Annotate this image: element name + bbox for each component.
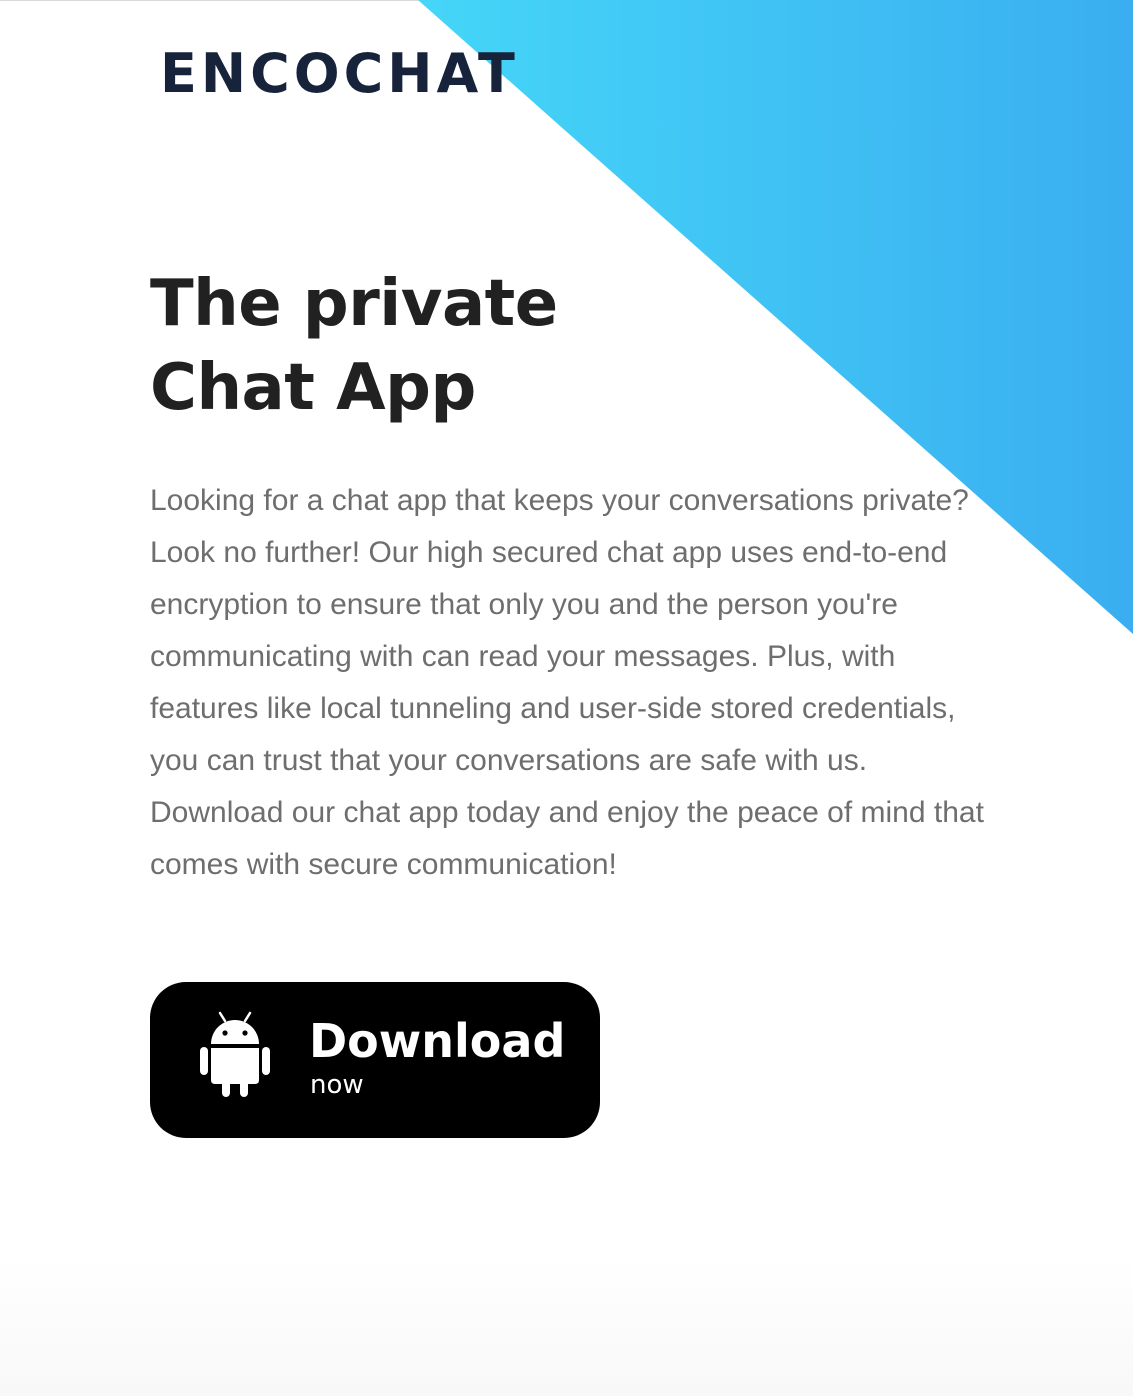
top-divider <box>0 0 1133 1</box>
hero-headline: The private Chat App <box>150 262 558 430</box>
headline-line-1: The private <box>150 267 558 341</box>
download-button-title: Download <box>309 1014 566 1068</box>
android-icon <box>200 1011 270 1097</box>
brand-logo[interactable]: ENCOCHAT <box>160 44 519 104</box>
download-button-subtitle: now <box>310 1070 364 1100</box>
bottom-fade <box>0 1256 1133 1396</box>
headline-line-2: Chat App <box>150 351 476 425</box>
hero-description: Looking for a chat app that keeps your c… <box>150 484 984 881</box>
